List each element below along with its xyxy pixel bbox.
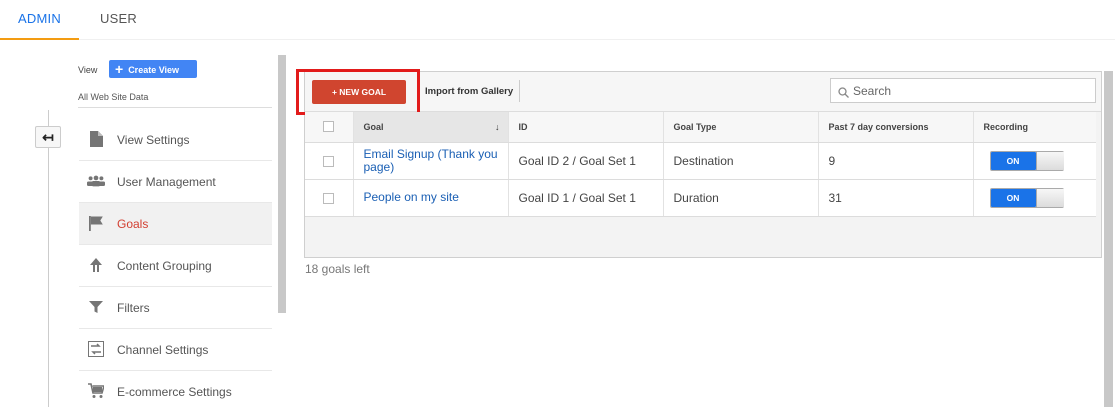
view-menu: View Settings User Management Goals Cont… <box>79 119 272 407</box>
toggle-on-label: ON <box>990 151 1036 170</box>
goal-type: Duration <box>663 179 819 217</box>
menu-item-label: E-commerce Settings <box>117 385 232 399</box>
back-arrow-icon[interactable]: ↤ <box>35 126 61 148</box>
goals-remaining-text: 18 goals left <box>305 262 370 276</box>
goal-conversions: 31 <box>818 179 974 217</box>
menu-item-user-management[interactable]: User Management <box>79 161 272 203</box>
column-header-goal-type[interactable]: Goal Type <box>663 112 819 143</box>
goal-id: Goal ID 1 / Goal Set 1 <box>508 179 664 217</box>
select-all-checkbox[interactable] <box>323 121 335 133</box>
menu-item-channel-settings[interactable]: Channel Settings <box>79 329 272 371</box>
tab-user[interactable]: USER <box>100 0 137 40</box>
flag-icon <box>87 214 105 232</box>
filter-icon <box>87 298 105 316</box>
recording-cell: ON <box>973 179 1096 217</box>
goal-conversions: 9 <box>818 142 974 180</box>
right-scrollbar[interactable] <box>1104 71 1113 407</box>
document-icon <box>87 130 105 148</box>
menu-item-goals[interactable]: Goals <box>79 203 272 245</box>
recording-toggle[interactable]: ON <box>989 187 1064 208</box>
menu-item-label: User Management <box>117 175 216 189</box>
content-grouping-icon <box>87 256 105 274</box>
toolbar-divider <box>519 80 520 102</box>
recording-toggle[interactable]: ON <box>989 150 1064 171</box>
row-select-cell <box>305 179 354 217</box>
create-view-button[interactable]: + Create View <box>109 60 197 78</box>
column-header-id[interactable]: ID <box>508 112 664 143</box>
menu-item-label: Content Grouping <box>117 259 212 273</box>
import-from-gallery-link[interactable]: Import from Gallery <box>425 86 513 97</box>
highlight-box <box>296 69 420 115</box>
menu-item-ecommerce-settings[interactable]: E-commerce Settings <box>79 371 272 407</box>
menu-item-filters[interactable]: Filters <box>79 287 272 329</box>
toggle-knob <box>1035 188 1064 207</box>
toggle-knob <box>1035 151 1064 170</box>
row-checkbox[interactable] <box>323 155 335 167</box>
toggle-on-label: ON <box>990 188 1036 207</box>
left-scrollbar[interactable] <box>278 55 286 313</box>
top-nav: ADMIN USER <box>0 0 1115 40</box>
goal-id: Goal ID 2 / Goal Set 1 <box>508 142 664 180</box>
row-checkbox[interactable] <box>323 192 335 204</box>
select-all-cell <box>305 112 354 143</box>
table-row: Email Signup (Thank you page) Goal ID 2 … <box>305 142 1096 180</box>
current-view-name: All Web Site Data <box>78 92 149 102</box>
goals-table: Goal ↓ ID Goal Type Past 7 day conversion… <box>305 112 1096 217</box>
menu-item-label: View Settings <box>117 133 190 147</box>
recording-cell: ON <box>973 142 1096 180</box>
menu-item-label: Channel Settings <box>117 343 209 357</box>
create-view-label: Create View <box>128 65 180 75</box>
sort-down-icon: ↓ <box>495 122 500 132</box>
menu-item-content-grouping[interactable]: Content Grouping <box>79 245 272 287</box>
table-header-row: Goal ↓ ID Goal Type Past 7 day conversion… <box>305 112 1096 143</box>
column-header-conversions[interactable]: Past 7 day conversions <box>818 112 974 143</box>
channel-settings-icon <box>87 340 105 358</box>
tab-admin[interactable]: ADMIN <box>0 0 79 40</box>
column-header-label: Goal <box>363 121 384 132</box>
table-row: People on my site Goal ID 1 / Goal Set 1… <box>305 179 1096 217</box>
divider <box>78 107 272 108</box>
menu-item-view-settings[interactable]: View Settings <box>79 119 272 161</box>
menu-item-label: Goals <box>117 217 149 231</box>
column-header-goal[interactable]: Goal ↓ <box>353 112 509 143</box>
cart-icon <box>87 382 105 400</box>
rail-line <box>48 110 49 407</box>
view-label: View <box>78 65 98 75</box>
goal-type: Destination <box>663 142 819 180</box>
goal-name-link[interactable]: People on my site <box>353 179 509 217</box>
row-select-cell <box>305 142 354 180</box>
plus-icon: + <box>115 61 124 77</box>
users-icon <box>87 172 105 190</box>
menu-item-label: Filters <box>117 301 150 315</box>
search-icon <box>838 85 849 103</box>
column-header-recording[interactable]: Recording <box>973 112 1096 143</box>
search-box <box>830 78 1096 103</box>
goal-name-link[interactable]: Email Signup (Thank you page) <box>353 142 509 180</box>
search-input[interactable] <box>853 82 1083 99</box>
